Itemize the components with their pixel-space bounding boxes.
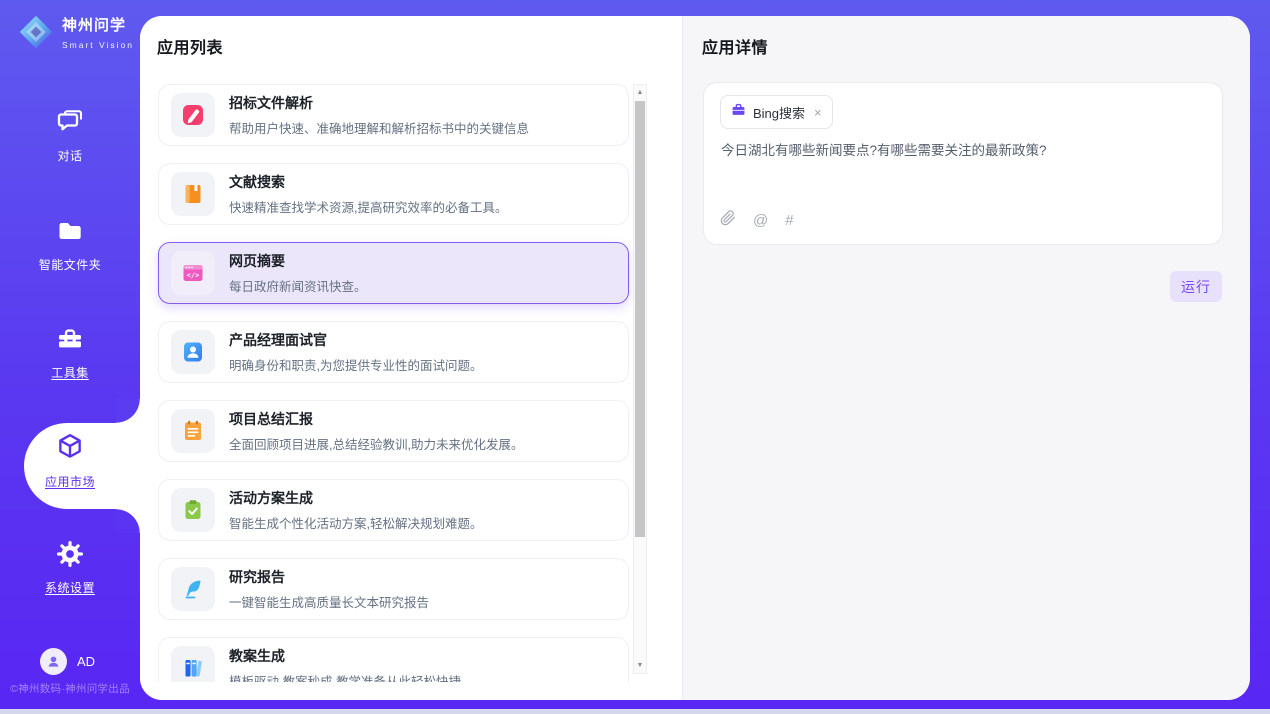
brand-logo-icon — [18, 14, 54, 55]
app-desc: 全面回顾项目进展,总结经验教训,助力未来优化发展。 — [229, 434, 523, 453]
prompt-composer[interactable]: Bing搜索 × 今日湖北有哪些新闻要点?有哪些需要关注的最新政策? @ # — [703, 82, 1223, 245]
at-mention-icon[interactable]: @ — [753, 213, 768, 228]
folder-icon — [56, 232, 84, 249]
chat-icon — [56, 123, 84, 140]
paperclip-icon[interactable] — [720, 210, 736, 231]
sidebar-item-settings[interactable]: 系统设置 — [0, 540, 140, 596]
toolbox-icon — [56, 340, 84, 357]
pen-document-icon — [171, 93, 215, 137]
app-name: 招标文件解析 — [229, 93, 529, 113]
scroll-up-arrow-icon[interactable]: ▲ — [634, 86, 646, 99]
query-text[interactable]: 今日湖北有哪些新闻要点?有哪些需要关注的最新政策? — [721, 141, 1206, 162]
quill-icon — [171, 567, 215, 611]
app-name: 活动方案生成 — [229, 488, 482, 508]
app-desc: 明确身份和职责,为您提供专业性的面试问题。 — [229, 355, 482, 374]
chip-label: Bing搜索 — [753, 103, 805, 122]
scroll-down-arrow-icon[interactable]: ▼ — [634, 659, 646, 672]
app-card-project-summary[interactable]: 项目总结汇报 全面回顾项目进展,总结经验教训,助力未来优化发展。 — [158, 400, 629, 462]
app-list: 招标文件解析 帮助用户快速、准确地理解和解析招标书中的关键信息 文献搜索 — [140, 84, 682, 682]
sidebar: 神州问学 Smart Vision 对话 智能文件夹 — [0, 0, 140, 714]
user-name: AD — [77, 654, 95, 669]
sidebar-item-smart-folder[interactable]: 智能文件夹 — [0, 217, 140, 273]
brand-subtitle: Smart Vision — [62, 40, 134, 50]
scrollbar-thumb[interactable] — [635, 101, 645, 537]
app-name: 项目总结汇报 — [229, 409, 523, 429]
book-icon — [171, 172, 215, 216]
chip-close-icon[interactable]: × — [814, 105, 822, 120]
main-panel: 应用列表 招标文件解析 帮助用户快速、准确地理解和解析招标书中的关键信息 — [140, 16, 1250, 700]
app-card-literature-search[interactable]: 文献搜索 快速精准查找学术资源,提高研究效率的必备工具。 — [158, 163, 629, 225]
app-desc: 模板驱动,教案秒成,教学准备从此轻松快捷 — [229, 671, 461, 682]
note-icon — [171, 409, 215, 453]
sidebar-item-label: 对话 — [0, 147, 140, 164]
sidebar-item-chat[interactable]: 对话 — [0, 108, 140, 164]
user-account[interactable]: AD — [40, 648, 95, 675]
composer-toolbar: @ # — [720, 210, 794, 231]
app-list-title: 应用列表 — [157, 34, 223, 58]
app-window: 神州问学 Smart Vision 对话 智能文件夹 — [0, 0, 1270, 714]
app-desc: 一键智能生成高质量长文本研究报告 — [229, 592, 429, 611]
copyright-footer: ©神州数码·神州问学出品 — [0, 681, 140, 696]
app-card-pm-interviewer[interactable]: 产品经理面试官 明确身份和职责,为您提供专业性的面试问题。 — [158, 321, 629, 383]
app-card-lesson-plan[interactable]: 教案生成 模板驱动,教案秒成,教学准备从此轻松快捷 — [158, 637, 629, 682]
sidebar-item-label: 智能文件夹 — [0, 256, 140, 273]
app-desc: 快速精准查找学术资源,提高研究效率的必备工具。 — [229, 197, 507, 216]
hash-tag-icon[interactable]: # — [785, 213, 793, 228]
sidebar-item-label: 系统设置 — [0, 579, 140, 596]
app-list-pane: 应用列表 招标文件解析 帮助用户快速、准确地理解和解析招标书中的关键信息 — [140, 16, 682, 700]
books-icon — [171, 646, 215, 682]
app-name: 网页摘要 — [229, 251, 367, 271]
sidebar-item-label: 工具集 — [0, 364, 140, 381]
app-desc: 每日政府新闻资讯快查。 — [229, 276, 367, 295]
app-desc: 帮助用户快速、准确地理解和解析招标书中的关键信息 — [229, 118, 529, 137]
briefcase-icon — [731, 102, 746, 122]
sidebar-item-toolset[interactable]: 工具集 — [0, 325, 140, 381]
active-nav-fillet-top — [116, 399, 140, 423]
svg-text:</>: </> — [187, 272, 200, 280]
app-name: 研究报告 — [229, 567, 429, 587]
app-detail-pane: 应用详情 Bing搜索 × 今日湖北有哪些新闻要点?有哪些需要关注的最新政策? — [682, 16, 1250, 700]
app-card-bid-analysis[interactable]: 招标文件解析 帮助用户快速、准确地理解和解析招标书中的关键信息 — [158, 84, 629, 146]
sidebar-item-label: 应用市场 — [0, 473, 140, 490]
browser-code-icon: </> — [171, 251, 215, 295]
tool-chip-bing-search[interactable]: Bing搜索 × — [720, 95, 833, 129]
avatar — [40, 648, 67, 675]
active-nav-fillet-bottom — [116, 509, 140, 533]
interviewer-icon — [171, 330, 215, 374]
app-card-event-plan[interactable]: 活动方案生成 智能生成个性化活动方案,轻松解决规划难题。 — [158, 479, 629, 541]
sidebar-item-app-market[interactable]: 应用市场 — [0, 432, 140, 490]
app-detail-title: 应用详情 — [702, 34, 768, 58]
brand: 神州问学 Smart Vision — [0, 14, 140, 55]
app-name: 产品经理面试官 — [229, 330, 482, 350]
app-desc: 智能生成个性化活动方案,轻松解决规划难题。 — [229, 513, 482, 532]
app-card-web-summary[interactable]: </> 网页摘要 每日政府新闻资讯快查。 — [158, 242, 629, 304]
run-button[interactable]: 运行 — [1170, 271, 1222, 302]
window-bottom-edge — [0, 709, 1270, 714]
app-name: 文献搜索 — [229, 172, 507, 192]
brand-name: 神州问学 — [62, 17, 126, 34]
list-scrollbar[interactable]: ▲ ▼ — [633, 84, 647, 674]
clipboard-check-icon — [171, 488, 215, 532]
cube-icon — [55, 449, 85, 466]
app-card-research-report[interactable]: 研究报告 一键智能生成高质量长文本研究报告 — [158, 558, 629, 620]
gear-icon — [56, 555, 84, 572]
app-name: 教案生成 — [229, 646, 461, 666]
